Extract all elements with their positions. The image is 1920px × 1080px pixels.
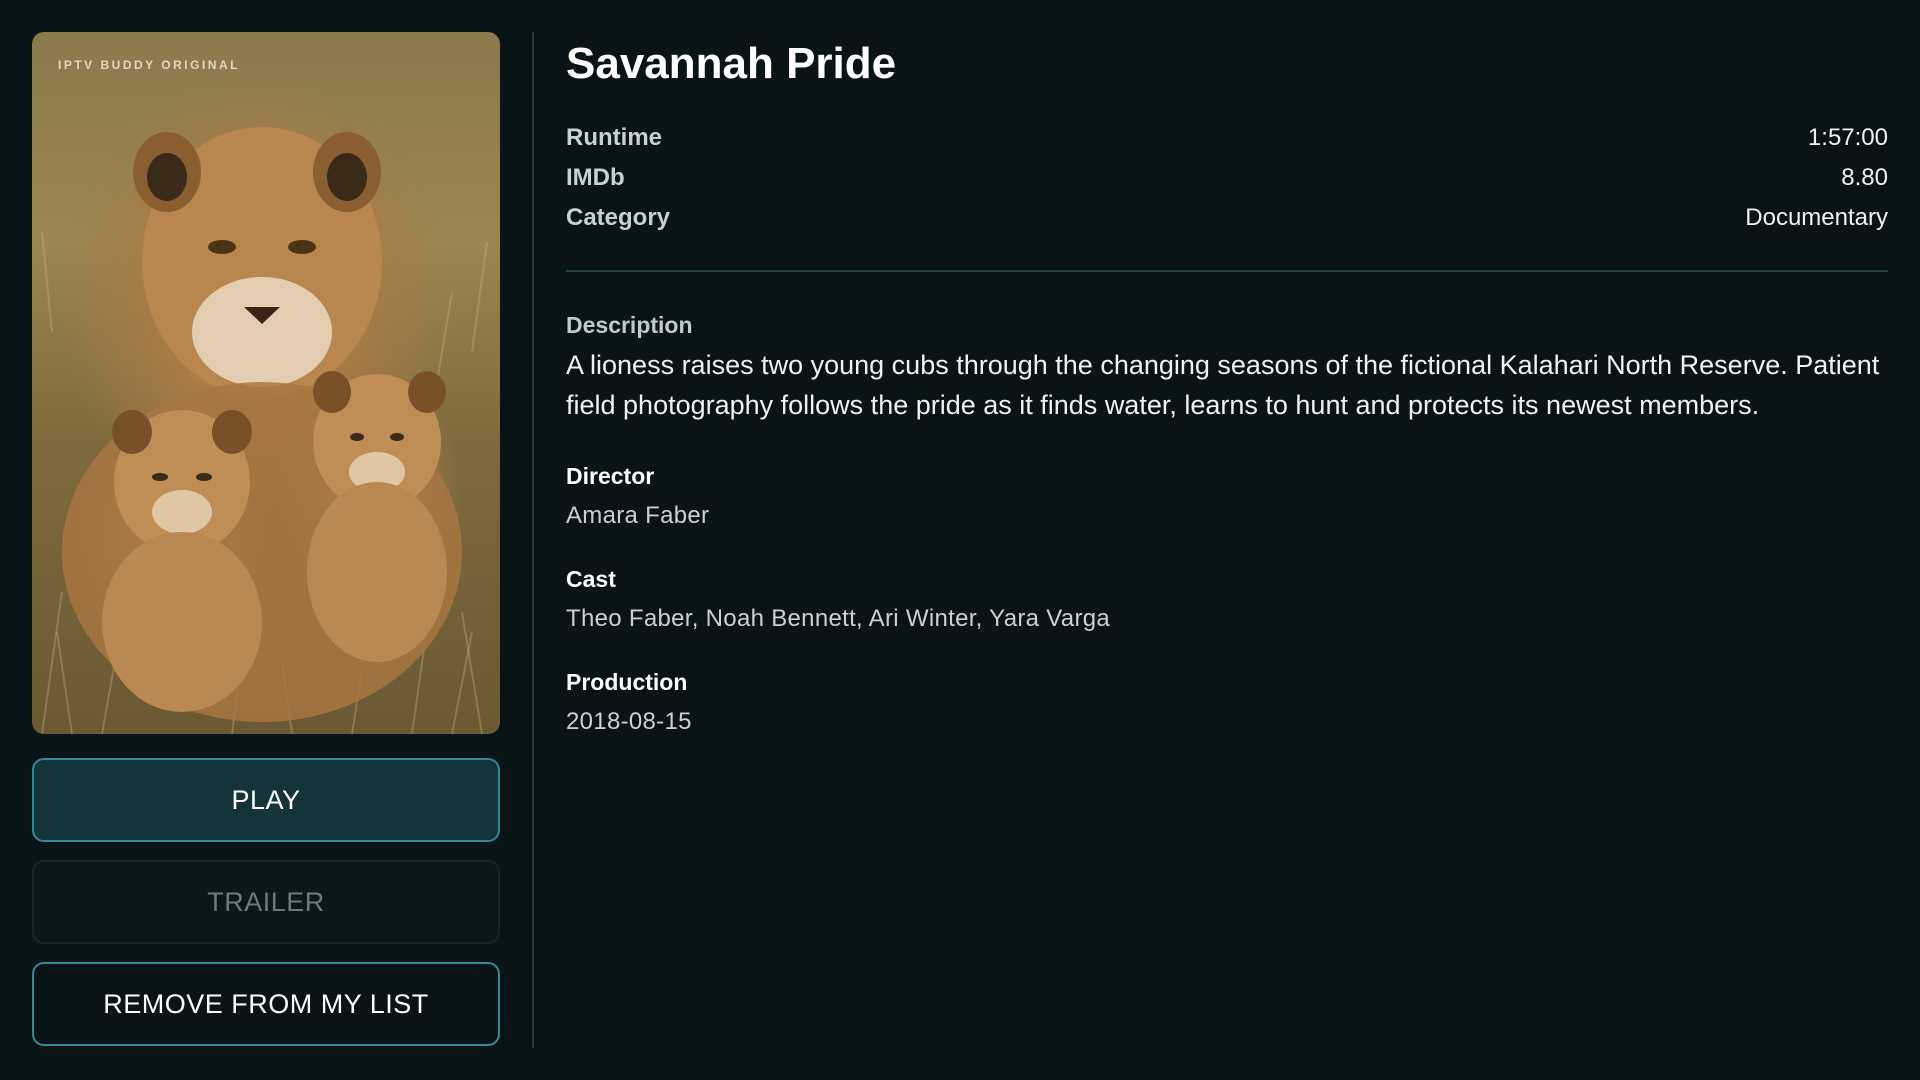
meta-row-runtime: Runtime 1:57:00 [566, 118, 1888, 158]
director-block: Director Amara Faber [566, 463, 1888, 530]
vertical-divider [532, 32, 534, 1048]
left-panel: IPTV BUDDY ORIGINAL PLAY TRAILER REMOVE … [32, 32, 500, 1046]
imdb-label: IMDb [566, 164, 625, 191]
meta-row-imdb: IMDb 8.80 [566, 158, 1888, 198]
cast-block: Cast Theo Faber, Noah Bennett, Ari Winte… [566, 566, 1888, 633]
movie-detail-screen: IPTV BUDDY ORIGINAL PLAY TRAILER REMOVE … [0, 0, 1920, 1080]
movie-title: Savannah Pride [566, 39, 897, 88]
details-panel: Savannah Pride Runtime 1:57:00 IMDb 8.80… [566, 32, 1888, 736]
production-label: Production [566, 669, 688, 695]
imdb-value: 8.80 [1841, 164, 1888, 191]
runtime-label: Runtime [566, 124, 662, 151]
description-label: Description [566, 312, 693, 338]
horizontal-divider [566, 270, 1888, 272]
runtime-value: 1:57:00 [1807, 124, 1888, 151]
production-value: 2018-08-15 [566, 708, 692, 735]
category-value: Documentary [1745, 204, 1888, 231]
poster-image: IPTV BUDDY ORIGINAL [32, 32, 500, 734]
meta-list: Runtime 1:57:00 IMDb 8.80 Category Docum… [566, 118, 1888, 238]
director-value: Amara Faber [566, 502, 710, 529]
cast-value: Theo Faber, Noah Bennett, Ari Winter, Ya… [566, 605, 1111, 632]
director-label: Director [566, 463, 655, 489]
category-label: Category [566, 204, 671, 231]
play-button[interactable]: PLAY [32, 758, 500, 842]
description-text: A lioness raises two young cubs through … [566, 350, 1880, 420]
poster-artwork [41, 127, 488, 734]
cast-label: Cast [566, 566, 616, 592]
meta-row-category: Category Documentary [566, 198, 1888, 238]
production-block: Production 2018-08-15 [566, 669, 1888, 736]
remove-from-list-button[interactable]: REMOVE FROM MY LIST [32, 962, 500, 1046]
poster-badge: IPTV BUDDY ORIGINAL [58, 58, 240, 72]
trailer-button[interactable]: TRAILER [32, 860, 500, 944]
